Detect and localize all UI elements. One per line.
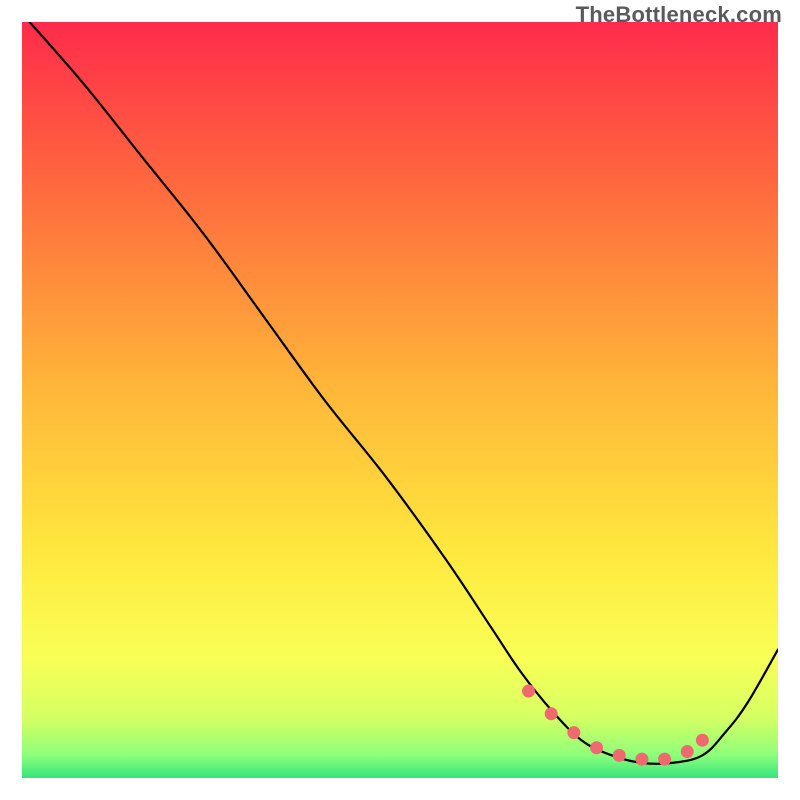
marker-dot — [545, 707, 558, 720]
marker-dot — [658, 753, 671, 766]
marker-dot — [522, 685, 535, 698]
plot-area — [22, 22, 778, 778]
marker-dot — [567, 726, 580, 739]
marker-dot — [696, 734, 709, 747]
marker-dot — [590, 741, 603, 754]
marker-dot — [635, 753, 648, 766]
plot-svg — [22, 22, 778, 778]
gradient-backdrop — [22, 22, 778, 778]
marker-dot — [681, 745, 694, 758]
marker-dot — [613, 749, 626, 762]
chart-stage: TheBottleneck.com — [0, 0, 800, 800]
